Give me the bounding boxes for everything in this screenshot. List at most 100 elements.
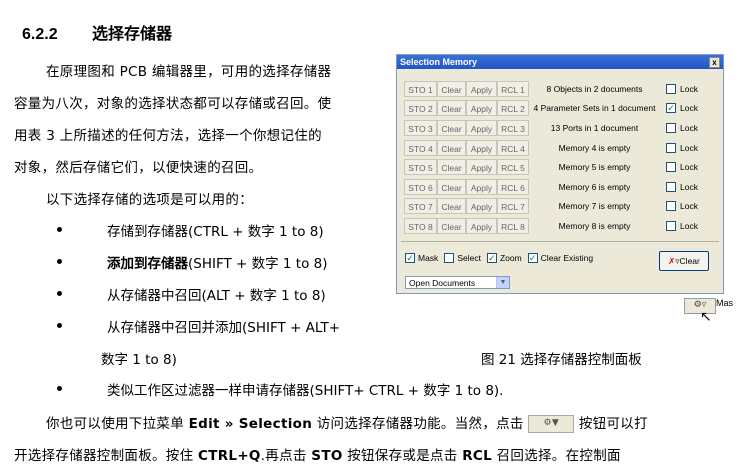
select-checkbox[interactable] <box>444 253 455 263</box>
zoom-checkbox[interactable]: ✓ <box>486 253 497 263</box>
selection-memory-icon[interactable]: ⚙▼ <box>528 415 575 433</box>
bullet-item-4-continued: 数字 1 to 8) <box>101 352 177 368</box>
dialog-title: Selection Memory <box>400 57 478 67</box>
bullet-dot <box>57 227 62 232</box>
para2-line-2: 开选择存储器控制面板。按住 CTRL+Q.再点击 STO 按钮保存或是点击 RC… <box>14 448 621 464</box>
memory-row: STO 7 Clear Apply RCL 7 Memory 7 is empty Loc… <box>404 197 698 217</box>
rcl-button[interactable]: RCL 1 <box>497 80 529 97</box>
mask-checkbox[interactable]: ✓ <box>405 253 415 263</box>
memory-row: STO 4 Clear Apply RCL 4 Memory 4 is empty Loc… <box>404 138 698 158</box>
scope-dropdown[interactable]: Open Documents ▼ <box>405 276 510 289</box>
memory-status-text: Memory 6 is empty <box>558 181 631 192</box>
bullet-item-2: 添加到存储器(SHIFT + 数字 1 to 8) <box>107 256 328 272</box>
memory-status-text: Memory 8 is empty <box>558 220 631 231</box>
clear-all-button[interactable]: ✗▿Clear <box>659 251 709 271</box>
zoom-label: Zoom <box>499 253 522 263</box>
clear-button[interactable]: Clear <box>437 139 466 156</box>
apply-button[interactable]: Apply <box>466 100 497 117</box>
memory-status-text: Memory 5 is empty <box>558 162 631 173</box>
lock-checkbox[interactable]: ✓ <box>666 103 676 114</box>
intro-line-2: 容量为八次，对象的选择状态都可以存储或召回。使 <box>14 96 332 112</box>
sto-button[interactable]: STO 6 <box>404 178 437 195</box>
lock-checkbox[interactable] <box>666 220 676 231</box>
clear-button[interactable]: Clear <box>437 217 466 234</box>
mask-label: Mask <box>418 253 439 263</box>
dialog-titlebar: Selection Memory x <box>397 55 723 69</box>
clear-button[interactable]: Clear <box>437 198 466 215</box>
bullet-item-4: 从存储器中召回并添加(SHIFT + ALT+ <box>107 320 341 336</box>
bullet-dot <box>57 291 62 296</box>
intro-line-4: 对象，然后存储它们，以便快速的召回。 <box>14 160 263 176</box>
rcl-button[interactable]: RCL 7 <box>497 198 529 215</box>
select-label: Select <box>457 253 481 263</box>
apply-button[interactable]: Apply <box>466 178 497 195</box>
lock-checkbox[interactable] <box>666 201 676 212</box>
lock-label: Lock <box>680 162 698 173</box>
rcl-button[interactable]: RCL 3 <box>497 119 529 136</box>
lock-label: Lock <box>680 122 698 133</box>
lock-label: Lock <box>680 201 698 212</box>
lock-label: Lock <box>680 181 698 192</box>
rcl-button[interactable]: RCL 5 <box>497 159 529 176</box>
clear-button[interactable]: Clear <box>437 159 466 176</box>
figure-caption: 图 21 选择存储器控制面板 <box>481 352 642 368</box>
rcl-button[interactable]: RCL 2 <box>497 100 529 117</box>
close-icon[interactable]: x <box>709 57 720 68</box>
clear-button[interactable]: Clear <box>437 80 466 97</box>
memory-status-text: 13 Ports in 1 document <box>550 122 639 133</box>
mouse-cursor-icon: ↖ <box>700 309 712 325</box>
clear-x-icon: ✗ <box>668 256 676 266</box>
lock-checkbox[interactable] <box>666 83 676 94</box>
apply-button[interactable]: Apply <box>466 139 497 156</box>
options-bar: ✓ Mask Select ✓ Zoom ✓ Clear Existing <box>405 253 599 263</box>
clear-button[interactable]: Clear <box>437 100 466 117</box>
lock-checkbox[interactable] <box>666 142 676 153</box>
bullet-item-1: 存储到存储器(CTRL + 数字 1 to 8) <box>107 224 324 240</box>
divider <box>401 241 719 242</box>
lock-label: Lock <box>680 103 698 114</box>
clear-button[interactable]: Clear <box>437 178 466 195</box>
intro-line-5: 以下选择存储的选项是可以用的： <box>46 192 253 208</box>
section-title: 选择存储器 <box>92 26 173 43</box>
clear-existing-checkbox[interactable]: ✓ <box>527 253 538 263</box>
sto-button[interactable]: STO 7 <box>404 198 437 215</box>
lock-checkbox[interactable] <box>666 162 676 173</box>
lock-label: Lock <box>680 220 698 231</box>
section-number: 6.2.2 <box>22 26 58 43</box>
chevron-down-icon: ▼ <box>496 277 509 288</box>
rcl-button[interactable]: RCL 4 <box>497 139 529 156</box>
memory-status-text: Memory 4 is empty <box>558 142 631 153</box>
bullet-item-3: 从存储器中召回(ALT + 数字 1 to 8) <box>107 288 326 304</box>
bullet-item-5: 类似工作区过滤器一样申请存储器(SHIFT+ CTRL + 数字 1 to 8)… <box>107 383 504 399</box>
lock-checkbox[interactable] <box>666 122 676 133</box>
apply-button[interactable]: Apply <box>466 80 497 97</box>
apply-button[interactable]: Apply <box>466 119 497 136</box>
lock-label: Lock <box>680 83 698 94</box>
memory-row: STO 3 Clear Apply RCL 3 13 Ports in 1 docume… <box>404 118 698 138</box>
bullet-dot <box>57 386 62 391</box>
intro-line-1: 在原理图和 PCB 编辑器里，可用的选择存储器 <box>46 64 332 80</box>
intro-line-3: 用表 3 上所描述的任何方法，选择一个你想记住的 <box>14 128 322 144</box>
lock-checkbox[interactable] <box>666 181 676 192</box>
memory-status-text: 8 Objects in 2 documents <box>546 83 643 94</box>
apply-button[interactable]: Apply <box>466 217 497 234</box>
memory-row: STO 5 Clear Apply RCL 5 Memory 5 is empty Loc… <box>404 157 698 177</box>
sto-button[interactable]: STO 4 <box>404 139 437 156</box>
clear-button[interactable]: Clear <box>437 119 466 136</box>
memory-row: STO 6 Clear Apply RCL 6 Memory 6 is empty Loc… <box>404 177 698 197</box>
mask-label-cut: Mas <box>716 298 734 308</box>
memory-status-text: 4 Parameter Sets in 1 document <box>533 103 656 114</box>
apply-button[interactable]: Apply <box>466 198 497 215</box>
apply-button[interactable]: Apply <box>466 159 497 176</box>
sto-button[interactable]: STO 3 <box>404 119 437 136</box>
memory-row: STO 8 Clear Apply RCL 8 Memory 8 is empty Loc… <box>404 216 698 236</box>
memory-row: STO 1 Clear Apply RCL 1 8 Objects in 2 docum… <box>404 79 698 99</box>
sto-button[interactable]: STO 5 <box>404 159 437 176</box>
sto-button[interactable]: STO 8 <box>404 217 437 234</box>
memory-row: STO 2 Clear Apply RCL 2 4 Parameter Sets in … <box>404 99 698 119</box>
sto-button[interactable]: STO 2 <box>404 100 437 117</box>
rcl-button[interactable]: RCL 6 <box>497 178 529 195</box>
bullet-dot <box>57 259 62 264</box>
sto-button[interactable]: STO 1 <box>404 80 437 97</box>
rcl-button[interactable]: RCL 8 <box>497 217 529 234</box>
